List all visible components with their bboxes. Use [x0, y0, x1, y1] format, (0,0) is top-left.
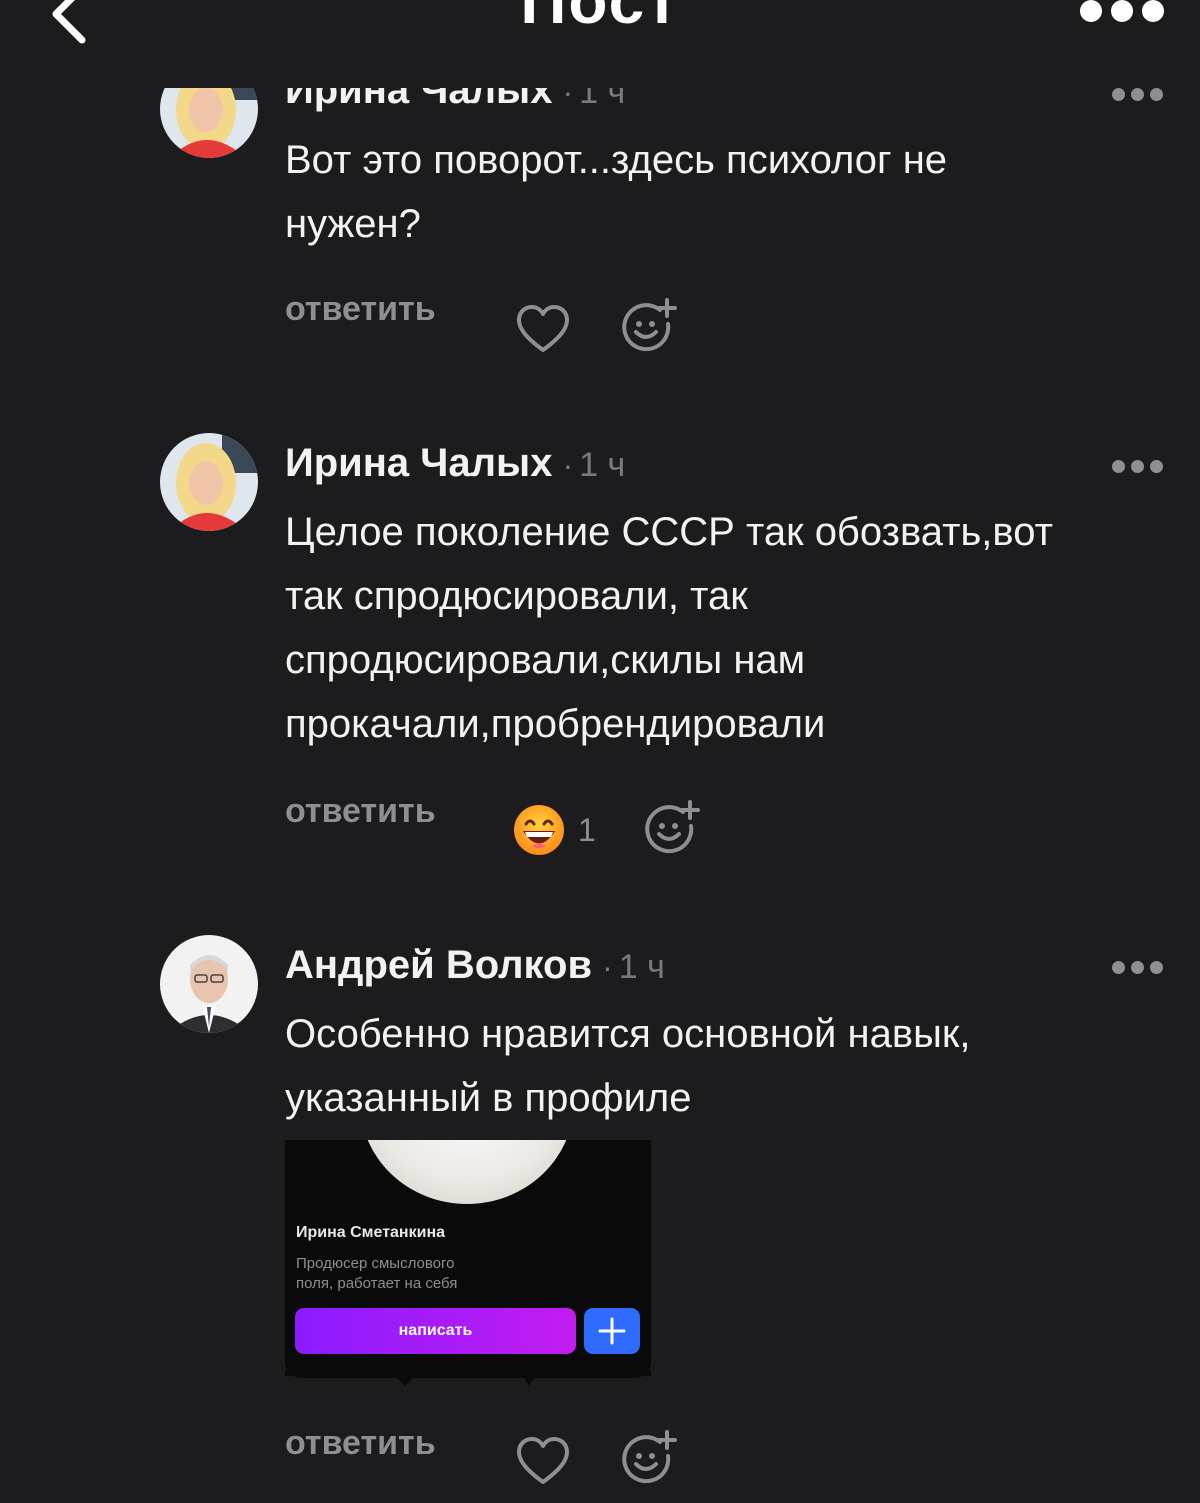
- add-reaction-icon: [622, 298, 677, 352]
- comment-header: Андрей Волков · 1 ч: [285, 943, 665, 987]
- comment-more-button[interactable]: [1112, 961, 1164, 975]
- grinning-emoji-icon: [514, 805, 564, 855]
- avatar[interactable]: [160, 433, 258, 531]
- attached-image[interactable]: Ирина Сметанкина Продюсер смыслового пол…: [285, 1140, 651, 1378]
- comment-header: Ирина Чалых · 1 ч: [285, 441, 626, 485]
- comment-1: Ирина Чалых · 1 ч Вот это поворот...здесь …: [0, 0, 1200, 380]
- add-reaction-button[interactable]: [620, 298, 680, 359]
- comment-text: Особенно нравится основной навык, указан…: [285, 1012, 971, 1120]
- write-message-button: написать: [295, 1308, 576, 1354]
- like-button[interactable]: [515, 304, 571, 359]
- comment-header: Ирина Чалых · 1 ч: [285, 88, 625, 113]
- like-button[interactable]: [515, 1436, 571, 1491]
- comment-time: 1 ч: [579, 88, 626, 111]
- heart-icon: [517, 1437, 569, 1484]
- avatar[interactable]: [160, 935, 258, 1033]
- comment-more-button[interactable]: [1112, 88, 1164, 102]
- heart-icon: [517, 305, 569, 352]
- post-page: Пост Ирина Чалых · 1 ч Вот это поворот..…: [0, 0, 1200, 1503]
- author-name[interactable]: Ирина Чалых: [285, 88, 552, 112]
- reply-button[interactable]: ответить: [285, 792, 436, 831]
- reaction-count: 1: [578, 812, 596, 848]
- profile-photo: [360, 1140, 574, 1204]
- comment-more-button[interactable]: [1112, 460, 1164, 474]
- author-name[interactable]: Андрей Волков: [285, 943, 592, 987]
- add-button: [584, 1308, 640, 1354]
- add-reaction-icon: [645, 800, 700, 854]
- avatar[interactable]: [160, 88, 258, 158]
- plus-icon: [598, 1317, 626, 1345]
- comment-text: Целое поколение СССР так обозвать,вот та…: [285, 510, 1053, 746]
- comment-time: 1 ч: [618, 948, 665, 986]
- author-name[interactable]: Ирина Чалых: [285, 441, 552, 485]
- card-bottom-edge: [285, 1370, 651, 1386]
- comment-text: Вот это поворот...здесь психолог не нуже…: [285, 138, 948, 246]
- profile-name: Ирина Сметанкина: [296, 1224, 445, 1241]
- reaction-chip[interactable]: [513, 804, 565, 861]
- profile-description: Продюсер смыслового поля, работает на се…: [296, 1255, 458, 1292]
- reply-button[interactable]: ответить: [285, 1424, 436, 1463]
- add-reaction-button[interactable]: [643, 800, 703, 861]
- add-reaction-icon: [622, 1430, 677, 1484]
- reply-button[interactable]: ответить: [285, 290, 436, 329]
- add-reaction-button[interactable]: [620, 1430, 680, 1491]
- comment-time: 1 ч: [579, 446, 626, 484]
